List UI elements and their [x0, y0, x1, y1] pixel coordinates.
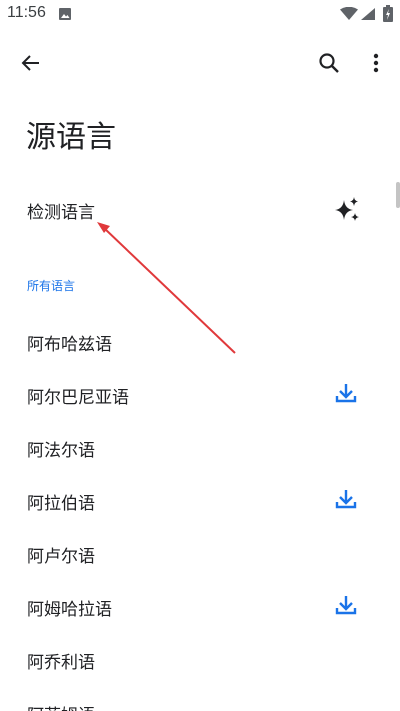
language-item[interactable]: 阿拉伯语 — [0, 475, 392, 528]
language-item[interactable]: 阿卢尔语 — [0, 528, 392, 581]
detect-language-item[interactable]: 检测语言 — [0, 186, 392, 234]
download-icon[interactable] — [334, 487, 358, 515]
signal-icon — [360, 6, 376, 25]
download-icon[interactable] — [334, 381, 358, 409]
app-bar — [0, 36, 400, 88]
language-item[interactable]: 阿乔利语 — [0, 634, 392, 687]
arrow-back-icon[interactable] — [16, 48, 46, 78]
language-item[interactable]: 阿菲姆语 — [0, 687, 392, 711]
language-label: 阿布哈兹语 — [27, 335, 112, 355]
language-label: 阿尔巴尼亚语 — [27, 388, 129, 408]
language-label: 阿卢尔语 — [27, 547, 95, 567]
search-icon[interactable] — [314, 48, 344, 78]
wifi-icon — [340, 6, 358, 25]
language-label: 阿拉伯语 — [27, 494, 95, 514]
language-item[interactable]: 阿法尔语 — [0, 422, 392, 475]
page-title: 源语言 — [26, 120, 116, 155]
more-vert-icon[interactable] — [362, 48, 390, 78]
sparkle-icon — [333, 196, 361, 228]
download-icon[interactable] — [334, 593, 358, 621]
gallery-icon — [58, 6, 72, 25]
section-header-all-languages: 所有语言 — [27, 279, 76, 293]
status-bar: 11:56 — [0, 0, 400, 28]
language-item[interactable]: 阿布哈兹语 — [0, 316, 392, 369]
language-label: 阿乔利语 — [27, 653, 95, 673]
language-item[interactable]: 阿姆哈拉语 — [0, 581, 392, 634]
language-item[interactable]: 阿尔巴尼亚语 — [0, 369, 392, 422]
battery-icon — [383, 5, 393, 26]
language-label: 阿法尔语 — [27, 441, 95, 461]
language-label: 阿姆哈拉语 — [27, 600, 112, 620]
detect-language-label: 检测语言 — [27, 203, 95, 223]
scrollbar[interactable] — [396, 182, 400, 208]
language-label: 阿菲姆语 — [27, 701, 95, 711]
status-time: 11:56 — [7, 4, 46, 21]
